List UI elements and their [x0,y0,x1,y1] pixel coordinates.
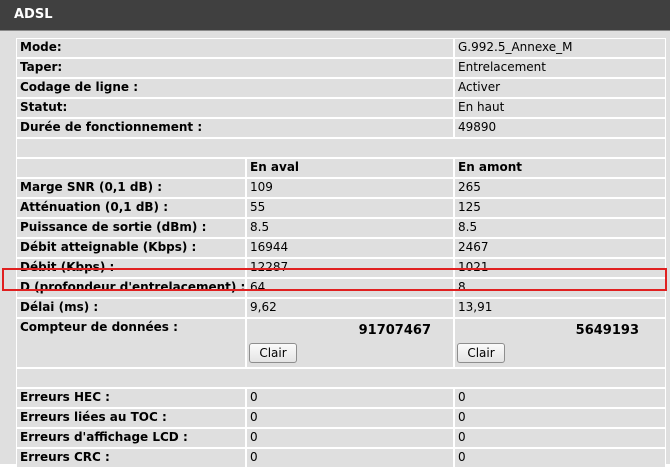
counter-down-cell: 91707467 Clair [246,318,454,368]
error-label: Erreurs HEC : [16,388,246,408]
spacer-cell [16,138,666,158]
stat-down: 109 [246,178,454,198]
stat-down: 8.5 [246,218,454,238]
counter-up-cell: 5649193 Clair [454,318,666,368]
info-label: Taper: [16,58,454,78]
stat-label: Délai (ms) : [16,298,246,318]
empty-header-cell [16,158,246,178]
error-row-hec: Erreurs HEC : 0 0 [16,388,666,408]
spacer-row [16,368,666,388]
stat-row-attainable-rate: Débit atteignable (Kbps) : 16944 2467 [16,238,666,258]
stat-row-output-power: Puissance de sortie (dBm) : 8.5 8.5 [16,218,666,238]
counter-down-value: 91707467 [358,323,431,338]
clear-downstream-button[interactable]: Clair [249,343,297,363]
stat-up: 13,91 [454,298,666,318]
info-label: Statut: [16,98,454,118]
info-row-status: Statut: En haut [16,98,666,118]
stat-up: 265 [454,178,666,198]
stat-up: 8.5 [454,218,666,238]
error-up: 0 [454,448,666,468]
stat-down: 9,62 [246,298,454,318]
adsl-panel: Mode: G.992.5_Annexe_M Taper: Entrelacem… [0,31,670,468]
spacer-cell [16,368,666,388]
info-value: 49890 [454,118,666,138]
info-value: Entrelacement [454,58,666,78]
error-row-lcd: Erreurs d'affichage LCD : 0 0 [16,428,666,448]
error-label: Erreurs d'affichage LCD : [16,428,246,448]
error-row-toc: Erreurs liées au TOC : 0 0 [16,408,666,428]
section-title: ADSL [14,7,53,22]
stat-label: Puissance de sortie (dBm) : [16,218,246,238]
error-up: 0 [454,408,666,428]
error-up: 0 [454,388,666,408]
stat-up: 2467 [454,238,666,258]
info-value: G.992.5_Annexe_M [454,38,666,58]
data-counter-row: Compteur de données : 91707467 Clair 564… [16,318,666,368]
stat-label: Marge SNR (0,1 dB) : [16,178,246,198]
error-down: 0 [246,448,454,468]
highlight-box [2,268,667,291]
error-up: 0 [454,428,666,448]
info-row-line-coding: Codage de ligne : Activer [16,78,666,98]
stat-row-snr-margin: Marge SNR (0,1 dB) : 109 265 [16,178,666,198]
downstream-header: En aval [246,158,454,178]
info-row-type: Taper: Entrelacement [16,58,666,78]
stat-label: Atténuation (0,1 dB) : [16,198,246,218]
error-label: Erreurs CRC : [16,448,246,468]
counter-label: Compteur de données : [16,318,246,368]
error-down: 0 [246,388,454,408]
error-down: 0 [246,408,454,428]
section-header: ADSL [0,0,670,31]
info-label: Durée de fonctionnement : [16,118,454,138]
stat-up: 125 [454,198,666,218]
info-value: En haut [454,98,666,118]
column-header-row: En aval En amont [16,158,666,178]
info-row-mode: Mode: G.992.5_Annexe_M [16,38,666,58]
stat-label: Débit atteignable (Kbps) : [16,238,246,258]
error-label: Erreurs liées au TOC : [16,408,246,428]
error-down: 0 [246,428,454,448]
stat-row-delay: Délai (ms) : 9,62 13,91 [16,298,666,318]
upstream-header: En amont [454,158,666,178]
stat-down: 55 [246,198,454,218]
spacer-row [16,138,666,158]
counter-up-value: 5649193 [575,323,639,338]
stat-row-attenuation: Atténuation (0,1 dB) : 55 125 [16,198,666,218]
info-value: Activer [454,78,666,98]
error-row-crc: Erreurs CRC : 0 0 [16,448,666,468]
info-label: Mode: [16,38,454,58]
info-row-uptime: Durée de fonctionnement : 49890 [16,118,666,138]
info-label: Codage de ligne : [16,78,454,98]
clear-upstream-button[interactable]: Clair [457,343,505,363]
stat-down: 16944 [246,238,454,258]
